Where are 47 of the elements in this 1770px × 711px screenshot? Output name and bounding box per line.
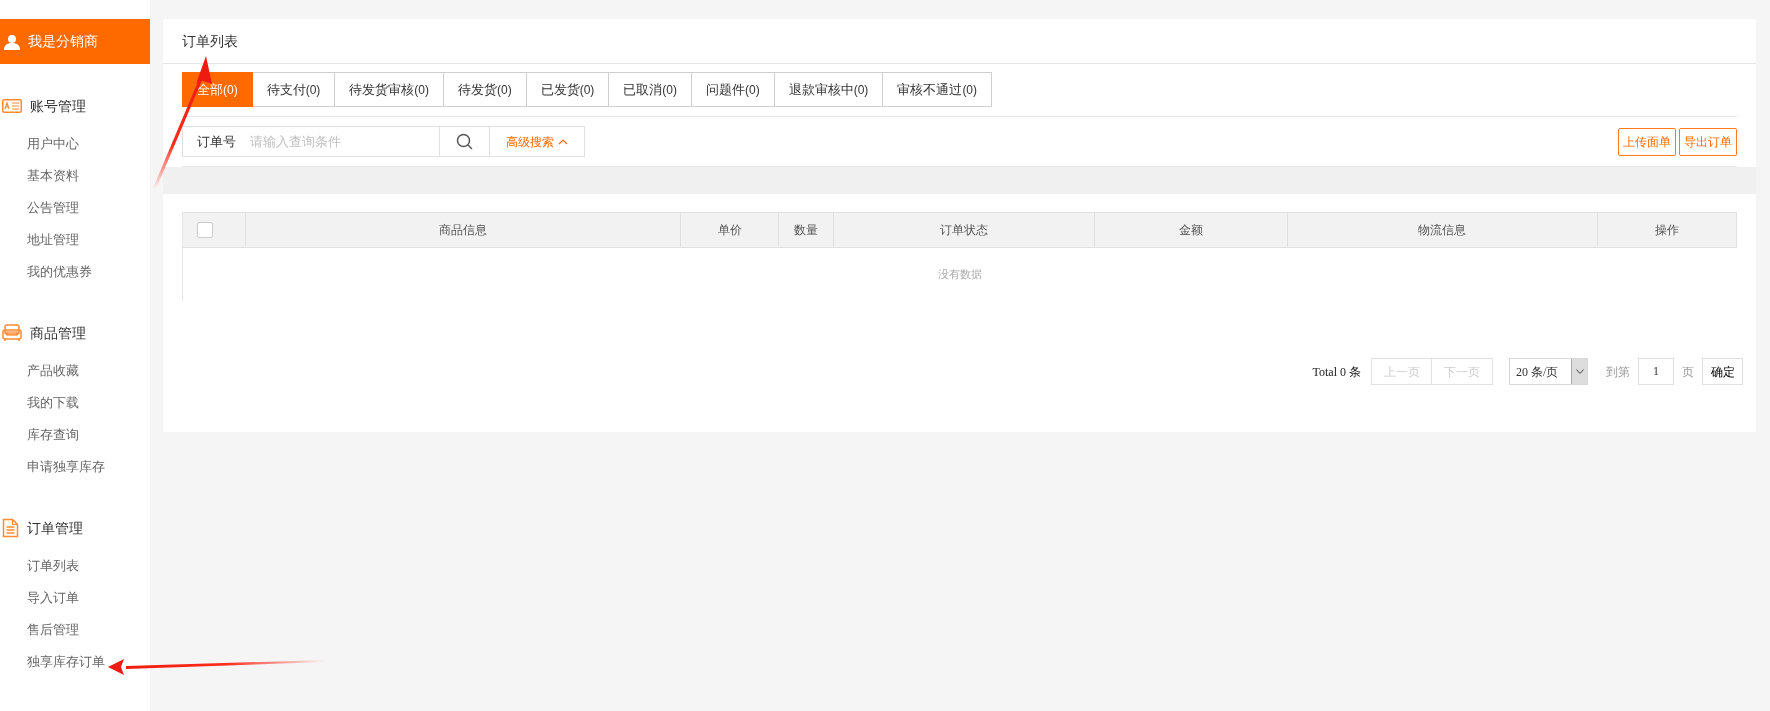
filter-tab[interactable]: 待发货审核(0) bbox=[335, 72, 444, 107]
sidebar-link[interactable]: 订单列表 bbox=[0, 550, 79, 582]
sidebar-header: 我是分销商 bbox=[0, 19, 150, 64]
document-icon bbox=[2, 518, 19, 538]
sidebar-link[interactable]: 基本资料 bbox=[0, 160, 79, 192]
column-header: 金额 bbox=[1094, 213, 1288, 247]
column-header: 商品信息 bbox=[245, 213, 682, 247]
sofa-icon bbox=[2, 324, 22, 342]
select-all-checkbox[interactable] bbox=[197, 222, 213, 238]
sidebar-link[interactable]: 库存查询 bbox=[0, 419, 79, 451]
sidebar-link[interactable]: 我的下载 bbox=[0, 387, 79, 419]
section-heading: 账号管理 bbox=[30, 96, 86, 116]
total-count: Total 0 条 bbox=[1312, 363, 1361, 381]
filter-tab[interactable]: 退款审核中(0) bbox=[774, 72, 884, 107]
goto-label: 到第 bbox=[1606, 363, 1630, 381]
section-heading: 商品管理 bbox=[30, 323, 86, 343]
filter-tab[interactable]: 审核不通过(0) bbox=[883, 72, 993, 107]
sidebar-link[interactable]: 用户中心 bbox=[0, 128, 79, 160]
sidebar-link[interactable]: 导入订单 bbox=[0, 582, 79, 614]
column-header: 操作 bbox=[1654, 222, 1681, 239]
id-card-icon bbox=[2, 99, 22, 113]
filter-tab[interactable]: 问题件(0) bbox=[692, 72, 775, 107]
sidebar-link[interactable]: 独享库存订单 bbox=[0, 646, 105, 678]
sidebar-link[interactable]: 地址管理 bbox=[0, 224, 79, 256]
filter-tab[interactable]: 待支付(0) bbox=[252, 72, 336, 107]
filter-tab[interactable]: 已发货(0) bbox=[526, 72, 610, 107]
sidebar-link[interactable]: 产品收藏 bbox=[0, 355, 79, 387]
column-header: 订单状态 bbox=[834, 213, 1095, 247]
page-input[interactable]: 1 bbox=[1638, 358, 1674, 385]
page-title: 订单列表 bbox=[182, 31, 238, 51]
search-button[interactable] bbox=[440, 126, 490, 157]
page-unit-label: 页 bbox=[1682, 363, 1694, 381]
sidebar-link[interactable]: 公告管理 bbox=[0, 192, 79, 224]
column-header: 单价 bbox=[681, 213, 780, 247]
sidebar-link[interactable]: 我的优惠券 bbox=[0, 256, 92, 288]
confirm-button[interactable]: 确定 bbox=[1702, 358, 1743, 385]
column-header: 物流信息 bbox=[1287, 213, 1599, 247]
search-icon bbox=[456, 133, 473, 150]
empty-message: 没有数据 bbox=[938, 267, 982, 283]
column-header: 数量 bbox=[779, 213, 835, 247]
section-heading: 订单管理 bbox=[27, 518, 83, 538]
page-size-select[interactable]: 20 条/页 bbox=[1509, 358, 1588, 385]
filter-tab[interactable]: 已取消(0) bbox=[609, 72, 693, 107]
sidebar-link[interactable]: 申请独享库存 bbox=[0, 451, 105, 483]
filter-tab[interactable]: 待发货(0) bbox=[444, 72, 527, 107]
sidebar-link[interactable]: 售后管理 bbox=[0, 614, 79, 646]
user-icon bbox=[4, 33, 20, 50]
